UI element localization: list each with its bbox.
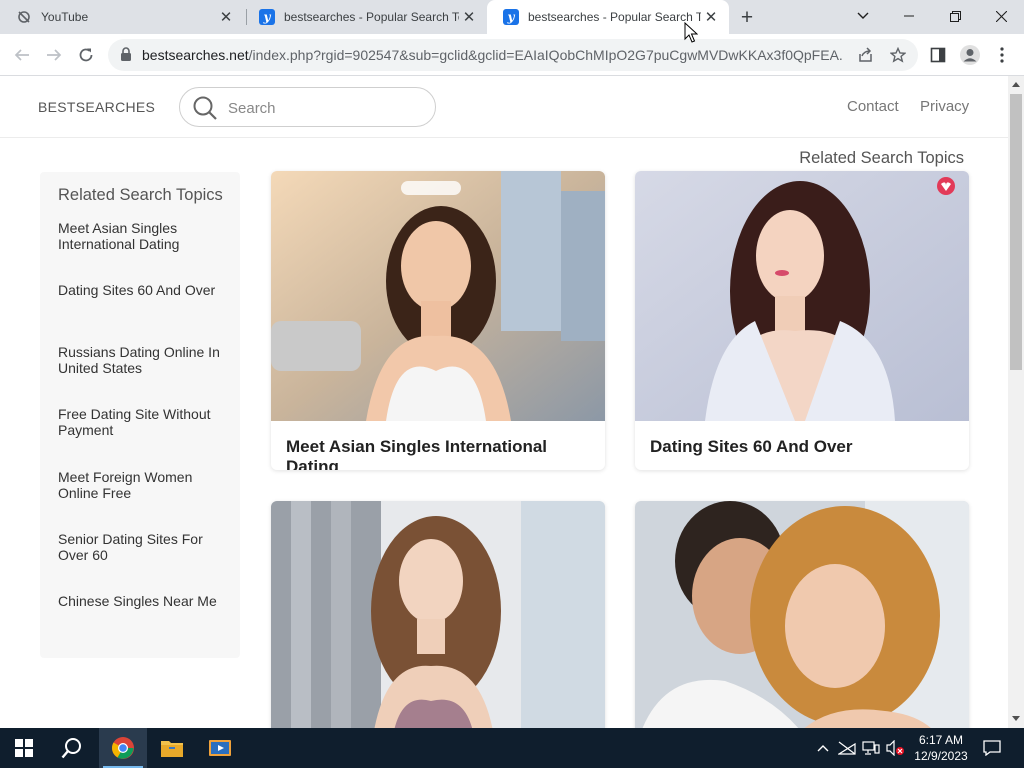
tab-youtube[interactable]: YouTube ✕ [0, 0, 244, 34]
url-host: bestsearches.net [142, 47, 249, 63]
bookmark-star-icon[interactable] [888, 45, 908, 65]
start-button[interactable] [0, 728, 48, 768]
notifications-button[interactable] [978, 728, 1006, 768]
network-offline-icon [838, 741, 856, 755]
reload-icon [79, 48, 93, 62]
topic-card[interactable]: Meet Asian Singles International Dating [271, 171, 605, 470]
tab-title: bestsearches - Popular Search To [528, 10, 701, 24]
chevron-up-icon [817, 745, 829, 752]
url-path: /index.php?rgid=902547&sub=gclid&gclid=E… [248, 47, 842, 63]
sidebar-item-link[interactable]: Free Dating Site Without Payment [58, 406, 228, 438]
minimize-icon [904, 15, 914, 17]
sidebar-item-link[interactable]: Senior Dating Sites For Over 60 [58, 531, 228, 563]
site-logo[interactable]: BESTSEARCHES [38, 99, 155, 115]
sidebar-item-link[interactable]: Dating Sites 60 And Over [58, 282, 228, 298]
close-tab-icon[interactable]: ✕ [459, 7, 479, 27]
card-caption[interactable]: Dating Sites 60 And Over [650, 437, 950, 457]
related-topics-sidebar: Related Search Topics Meet Asian Singles… [40, 172, 240, 658]
nav-privacy-link[interactable]: Privacy [920, 98, 969, 115]
volume-muted-icon [886, 740, 904, 756]
minimize-button[interactable] [886, 0, 932, 32]
y-favicon-icon: y [259, 9, 275, 25]
arrow-left-icon [14, 49, 29, 61]
woman-window-photo[interactable] [271, 501, 605, 728]
web-page: BESTSEARCHES Contact Privacy Related Sea… [0, 76, 1008, 728]
main-heading: Related Search Topics [799, 149, 964, 167]
ethernet-icon [862, 741, 880, 755]
close-tab-icon[interactable]: ✕ [216, 7, 236, 27]
tab-search-button[interactable] [840, 0, 886, 32]
new-tab-button[interactable]: + [734, 5, 760, 31]
tab-bestsearches-1[interactable]: y bestsearches - Popular Search To ✕ [243, 0, 487, 34]
taskbar-chrome-button[interactable] [99, 728, 147, 768]
close-icon [995, 10, 1007, 22]
sidebar-item-link[interactable]: Meet Asian Singles International Dating [58, 220, 228, 252]
menu-button[interactable] [988, 41, 1016, 69]
scroll-down-arrow-icon[interactable] [1012, 716, 1020, 721]
scroll-up-arrow-icon[interactable] [1012, 82, 1020, 87]
woman-city-street-photo[interactable] [271, 171, 605, 421]
search-icon [193, 96, 217, 120]
network-disconnected-button[interactable] [836, 728, 858, 768]
file-explorer-icon [161, 741, 183, 757]
clock-date: 12/9/2023 [914, 749, 968, 763]
forward-button[interactable] [40, 41, 68, 69]
url-text: bestsearches.net/index.php?rgid=902547&s… [142, 47, 842, 63]
search-input[interactable] [228, 97, 418, 119]
tab-title: YouTube [41, 10, 89, 24]
taskbar-file-explorer-button[interactable] [148, 728, 196, 768]
y-favicon-icon: y [503, 9, 519, 25]
restore-button[interactable] [932, 0, 978, 32]
profile-button[interactable] [956, 41, 984, 69]
search-icon [61, 738, 81, 759]
side-panel-icon [930, 47, 946, 63]
ethernet-button[interactable] [860, 728, 882, 768]
topic-card[interactable] [271, 501, 605, 728]
page-scrollbar[interactable] [1008, 76, 1024, 728]
chrome-icon [112, 737, 134, 759]
address-bar[interactable]: bestsearches.net/index.php?rgid=902547&s… [108, 39, 918, 71]
sidebar-item-link[interactable]: Chinese Singles Near Me [58, 593, 228, 609]
start-icon [15, 739, 33, 757]
browser-toolbar: bestsearches.net/index.php?rgid=902547&s… [0, 34, 1024, 76]
youtube-offline-icon [16, 9, 32, 25]
site-header: BESTSEARCHES Contact Privacy [0, 76, 1008, 138]
mouse-cursor-icon [684, 22, 698, 43]
notification-icon [983, 740, 1001, 756]
avatar-icon [960, 45, 980, 65]
scrollbar-thumb[interactable] [1010, 94, 1022, 370]
site-search-box[interactable] [179, 87, 436, 127]
chevron-down-icon [857, 12, 869, 19]
close-window-button[interactable] [978, 0, 1024, 32]
card-caption[interactable]: Meet Asian Singles International Dating [286, 437, 586, 470]
tab-strip: YouTube ✕ y bestsearches - Popular Searc… [0, 0, 1024, 34]
restore-icon [949, 10, 961, 22]
arrow-right-icon [47, 49, 62, 61]
clock-time: 6:17 AM [918, 733, 964, 747]
taskbar-search-button[interactable] [48, 728, 96, 768]
topic-card[interactable]: Dating Sites 60 And Over [635, 171, 969, 470]
share-icon[interactable] [856, 45, 876, 65]
sidebar-item-link[interactable]: Russians Dating Online In United States [58, 344, 228, 376]
nav-contact-link[interactable]: Contact [847, 98, 899, 115]
topic-card[interactable] [635, 501, 969, 728]
show-hidden-icons-button[interactable] [814, 728, 832, 768]
windows-taskbar: 6:17 AM 12/9/2023 [0, 728, 1024, 768]
media-player-icon [209, 740, 231, 756]
close-tab-icon[interactable]: ✕ [701, 7, 721, 27]
volume-button[interactable] [884, 728, 906, 768]
couple-embracing-photo[interactable] [635, 501, 969, 728]
heart-badge-icon [937, 177, 955, 195]
sidebar-item-link[interactable]: Meet Foreign Women Online Free [58, 469, 228, 501]
tab-title: bestsearches - Popular Search To [284, 10, 459, 24]
side-panel-button[interactable] [924, 41, 952, 69]
more-vert-icon [1000, 47, 1004, 63]
sidebar-title: Related Search Topics [58, 186, 223, 204]
lock-icon [121, 47, 131, 61]
system-clock[interactable]: 6:17 AM 12/9/2023 [908, 732, 974, 764]
reload-button[interactable] [72, 41, 100, 69]
woman-portrait-photo[interactable] [635, 171, 969, 421]
taskbar-media-player-button[interactable] [196, 728, 244, 768]
back-button[interactable] [8, 41, 36, 69]
